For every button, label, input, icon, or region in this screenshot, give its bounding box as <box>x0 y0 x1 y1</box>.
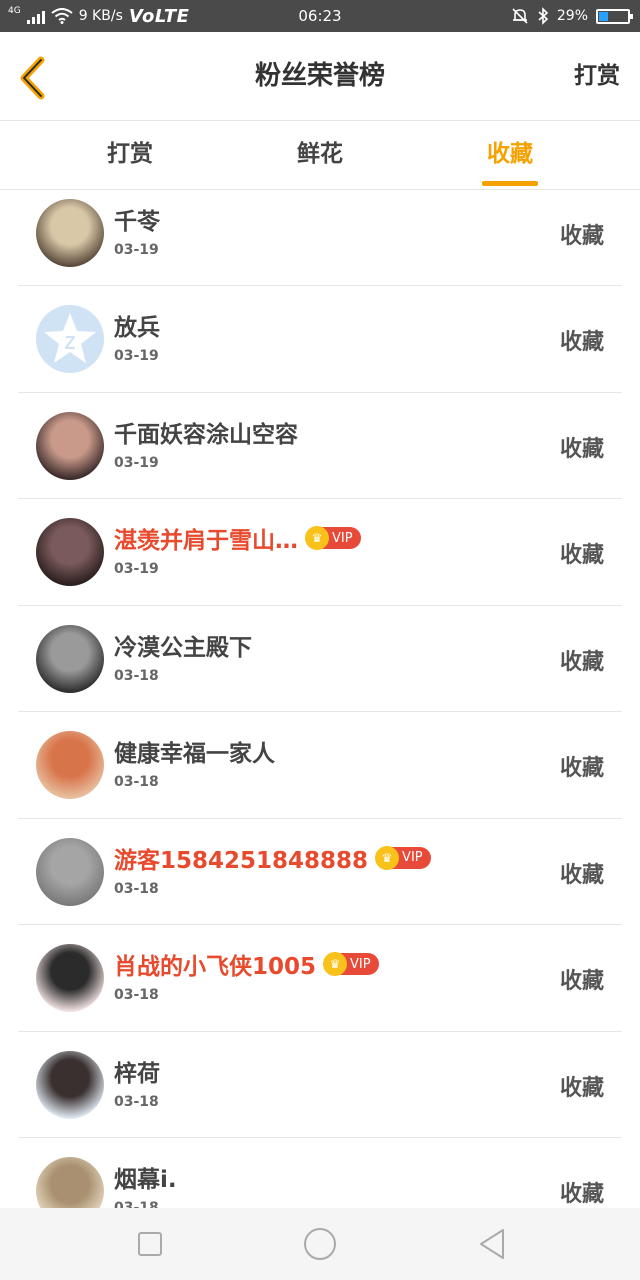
name-line: 湛羡并肩于雪山… ♛ VIP <box>114 521 361 555</box>
fan-list: 千苓 03-19 收藏 Z 放兵 03-19 收藏 千面妖容涂山空容 03-19 收藏 湛羡并肩于雪… <box>0 190 640 1208</box>
reward-button[interactable]: 打赏 <box>574 32 620 120</box>
user-name: 健康幸福一家人 <box>114 741 275 767</box>
list-item[interactable]: 千苓 03-19 收藏 <box>18 190 622 286</box>
crown-icon: ♛ <box>375 845 400 870</box>
avatar[interactable]: Z <box>36 305 104 373</box>
list-item[interactable]: 冷漠公主殿下 03-18 收藏 <box>18 606 622 712</box>
tab-reward[interactable]: 打赏 <box>70 121 190 189</box>
name-line: 健康幸福一家人 <box>114 734 275 768</box>
avatar[interactable] <box>36 1157 104 1208</box>
status-bar: 4G 9 KB/s VoLTE 06:23 29% <box>0 0 640 32</box>
crown-icon: ♛ <box>323 952 348 976</box>
name-line: 梓荷 <box>114 1054 160 1088</box>
date: 03-18 <box>114 667 159 684</box>
name-line: 千面妖容涂山空容 <box>114 415 298 449</box>
tab-flowers[interactable]: 鲜花 <box>260 121 380 189</box>
date: 03-19 <box>114 561 159 577</box>
tab-label: 打赏 <box>107 141 153 167</box>
bluetooth-icon <box>538 7 549 25</box>
vip-badge: ♛ VIP <box>323 952 379 976</box>
user-name: 千苓 <box>114 209 160 235</box>
date: 03-18 <box>114 774 159 790</box>
user-name: 烟幕i. <box>114 1167 177 1193</box>
user-name: 湛羡并肩于雪山… <box>114 528 298 554</box>
favorite-label: 收藏 <box>559 756 604 781</box>
avatar[interactable] <box>36 944 104 1012</box>
favorite-label: 收藏 <box>559 436 604 462</box>
name-line: 千苓 <box>114 202 160 236</box>
favorite-label: 收藏 <box>559 330 604 355</box>
list-item[interactable]: 肖战的小飞侠1005 ♛ VIP 03-18 收藏 <box>18 925 622 1032</box>
list-item[interactable]: 千面妖容涂山空容 03-19 收藏 <box>18 393 622 499</box>
list-item[interactable]: 游客1584251848888 ♛ VIP 03-18 收藏 <box>18 819 622 925</box>
favorite-label: 收藏 <box>559 862 604 888</box>
circle-icon <box>304 1228 336 1260</box>
system-nav-bar <box>0 1208 640 1280</box>
tab-label: 鲜花 <box>297 141 343 167</box>
user-name: 梓荷 <box>114 1060 160 1087</box>
avatar[interactable] <box>36 518 104 586</box>
user-name: 游客1584251848888 <box>114 847 369 874</box>
user-name: 放兵 <box>114 315 160 341</box>
status-right: 29% <box>511 0 633 32</box>
date: 03-18 <box>114 1200 159 1208</box>
mute-bell-icon <box>512 8 528 24</box>
list-item[interactable]: 湛羡并肩于雪山… ♛ VIP 03-19 收藏 <box>18 499 622 606</box>
vip-label: VIP <box>332 530 353 546</box>
date: 03-18 <box>114 987 159 1003</box>
favorite-label: 收藏 <box>559 1182 604 1207</box>
tab-label: 收藏 <box>487 141 533 167</box>
avatar[interactable] <box>36 731 104 799</box>
list-item[interactable]: 健康幸福一家人 03-18 收藏 <box>18 712 622 819</box>
name-line: 冷漠公主殿下 <box>114 628 252 662</box>
list-item[interactable]: Z 放兵 03-19 收藏 <box>18 286 622 393</box>
vip-label: VIP <box>350 956 371 972</box>
name-line: 烟幕i. <box>114 1160 177 1194</box>
page-title: 粉丝荣誉榜 <box>254 61 385 91</box>
tab-favorites[interactable]: 收藏 <box>450 121 570 189</box>
active-tab-indicator <box>482 181 538 186</box>
vip-badge: ♛ VIP <box>375 845 431 870</box>
vip-label: VIP <box>402 850 423 865</box>
vip-badge: ♛ VIP <box>305 526 361 550</box>
default-avatar-star-icon: Z <box>44 313 96 363</box>
user-name: 千面妖容涂山空容 <box>114 421 298 448</box>
favorite-label: 收藏 <box>559 1075 604 1101</box>
date: 03-18 <box>114 1093 159 1110</box>
date: 03-19 <box>114 242 159 258</box>
date: 03-19 <box>114 454 159 471</box>
triangle-back-icon <box>480 1229 504 1259</box>
svg-text:Z: Z <box>65 333 76 353</box>
avatar[interactable] <box>36 1050 104 1119</box>
battery-percent: 29% <box>556 8 588 24</box>
app-header: 粉丝荣誉榜 打赏 <box>0 32 640 121</box>
favorite-label: 收藏 <box>559 649 604 675</box>
avatar[interactable] <box>36 199 104 267</box>
list-item[interactable]: 梓荷 03-18 收藏 <box>18 1032 622 1138</box>
recents-button[interactable] <box>110 1208 190 1280</box>
crown-icon: ♛ <box>305 526 329 550</box>
name-line: 游客1584251848888 ♛ VIP <box>114 841 431 875</box>
list-item[interactable]: 烟幕i. 03-18 收藏 <box>18 1138 622 1208</box>
avatar[interactable] <box>36 624 104 693</box>
date: 03-18 <box>114 880 159 897</box>
name-line: 放兵 <box>114 308 160 342</box>
avatar[interactable] <box>36 837 104 906</box>
tab-bar: 打赏 鲜花 收藏 <box>0 121 640 190</box>
favorite-label: 收藏 <box>559 543 604 568</box>
avatar[interactable] <box>36 411 104 480</box>
favorite-label: 收藏 <box>559 969 604 994</box>
user-name: 肖战的小飞侠1005 <box>114 954 317 980</box>
back-button[interactable] <box>452 1208 532 1280</box>
date: 03-19 <box>114 348 159 364</box>
battery-icon <box>596 8 633 24</box>
battery-fill <box>599 11 608 21</box>
user-name: 冷漠公主殿下 <box>114 634 252 661</box>
square-icon <box>138 1232 162 1256</box>
favorite-label: 收藏 <box>559 224 604 249</box>
home-button[interactable] <box>280 1208 360 1280</box>
name-line: 肖战的小飞侠1005 ♛ VIP <box>114 947 379 981</box>
